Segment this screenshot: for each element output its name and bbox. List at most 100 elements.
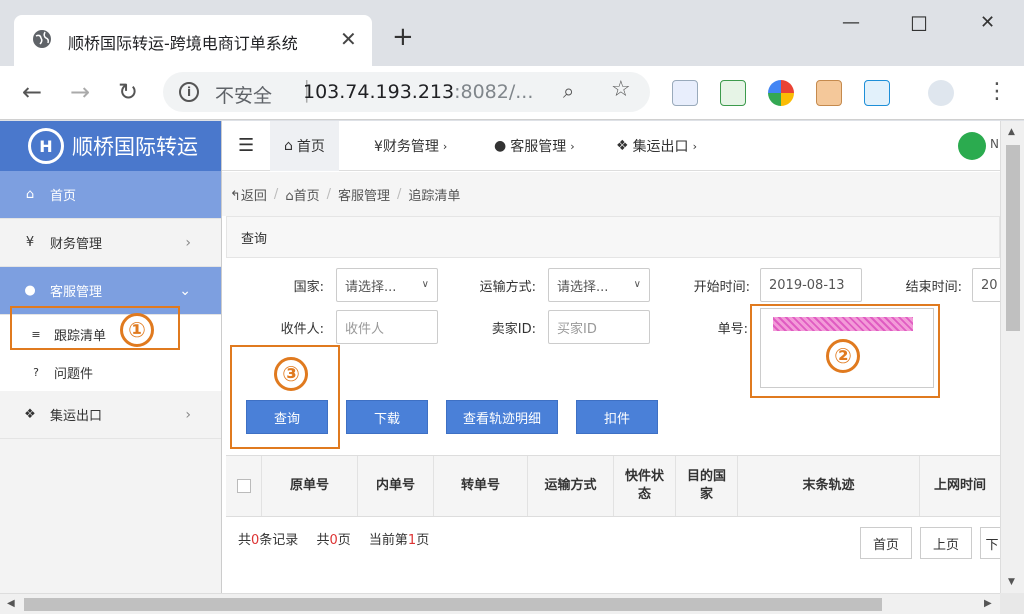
- tab-customer-service[interactable]: ● 客服管理 ›: [480, 121, 589, 171]
- chevron-right-icon: ›: [185, 406, 191, 423]
- breadcrumb-home[interactable]: ⌂首页: [285, 185, 319, 204]
- tab-label: ¥财务管理: [374, 139, 439, 155]
- sidebar-item-label: 财务管理: [50, 237, 103, 252]
- maximize-button[interactable]: ☐: [910, 12, 928, 36]
- minimize-button[interactable]: —: [842, 12, 860, 33]
- sidebar-item-home[interactable]: ⌂ 首页: [0, 171, 221, 219]
- extension-mail-icon[interactable]: [720, 80, 746, 106]
- end-time-label: 结束时间:: [905, 280, 962, 295]
- url-text[interactable]: 103.74.193.213:8082/...: [303, 81, 533, 103]
- select-all-checkbox[interactable]: [236, 479, 251, 493]
- scroll-down-arrow-icon[interactable]: ▼: [1008, 577, 1015, 587]
- extension-color-icon[interactable]: [768, 80, 794, 106]
- brand-name: 顺桥国际转运: [72, 135, 198, 159]
- country-label: 国家:: [293, 280, 324, 295]
- extension-notes-icon[interactable]: [672, 80, 698, 106]
- column-header[interactable]: 原单号: [262, 456, 358, 516]
- cubes-icon: ❖: [616, 138, 629, 154]
- extension-face-icon[interactable]: [816, 80, 842, 106]
- tab-finance[interactable]: ¥财务管理 ›: [360, 121, 461, 171]
- sidebar-item-consolidation-export[interactable]: ❖ 集运出口 ›: [0, 391, 221, 439]
- table-header: 原单号 内单号 转单号 运输方式 快件状态 目的国家 末条轨迹 上网时间: [226, 455, 1000, 517]
- sidebar-item-finance[interactable]: ¥ 财务管理 ›: [0, 219, 221, 267]
- select-all-cell: [226, 456, 262, 516]
- hold-button[interactable]: 扣件: [576, 400, 658, 434]
- seller-id-label: 卖家ID:: [491, 322, 536, 337]
- top-navigation: ☰ ⌂ 首页 ¥财务管理 › ● 客服管理 › ❖ 集运出口 › N: [222, 121, 1000, 171]
- first-page-button[interactable]: 首页: [860, 527, 912, 559]
- column-header[interactable]: 末条轨迹: [738, 456, 920, 516]
- close-window-button[interactable]: ✕: [980, 12, 995, 33]
- total-pages: 0: [329, 533, 338, 548]
- download-button[interactable]: 下载: [346, 400, 428, 434]
- url-path: :8082/...: [454, 81, 534, 103]
- breadcrumb-section[interactable]: 客服管理: [338, 185, 390, 204]
- chevron-down-icon: ∨: [633, 279, 641, 290]
- bookmark-star-icon[interactable]: ☆: [611, 77, 631, 102]
- browser-menu-icon[interactable]: ⋮: [986, 78, 1008, 106]
- column-header[interactable]: 快件状态: [614, 456, 676, 516]
- scroll-corner: [1000, 593, 1024, 614]
- column-header[interactable]: 内单号: [358, 456, 434, 516]
- horizontal-scroll-thumb[interactable]: [24, 598, 882, 611]
- vertical-scrollbar[interactable]: ▲ ▼: [1000, 121, 1024, 593]
- browser-tab[interactable]: 顺桥国际转运-跨境电商订单系统 ✕: [14, 15, 372, 66]
- sidebar-item-label: 问题件: [54, 366, 94, 382]
- sidebar-subitem-problem-items[interactable]: ? 问题件: [0, 353, 221, 391]
- new-tab-button[interactable]: +: [392, 24, 414, 50]
- horizontal-scrollbar[interactable]: ◀ ▶: [0, 593, 1000, 614]
- sidebar-item-label: 首页: [50, 189, 77, 204]
- start-time-label: 开始时间:: [693, 280, 750, 295]
- tab-home[interactable]: ⌂ 首页: [270, 121, 339, 171]
- zoom-icon[interactable]: ⌕: [563, 79, 574, 103]
- sidebar: H 顺桥国际转运 ⌂ 首页 ¥ 财务管理 › ● 客服管理 ⌄ ≡ 跟踪清单 ?…: [0, 121, 222, 593]
- breadcrumb-current: 追踪清单: [408, 188, 461, 204]
- forward-arrow-icon[interactable]: →: [70, 78, 90, 106]
- question-icon: ?: [33, 365, 39, 379]
- user-avatar-icon[interactable]: [958, 132, 986, 160]
- tab-consolidation-export[interactable]: ❖ 集运出口 ›: [602, 121, 711, 171]
- seller-id-input[interactable]: 买家ID: [548, 310, 650, 344]
- annotation-number-2: ②: [826, 339, 860, 373]
- address-bar[interactable]: i 不安全 │ 103.74.193.213:8082/... ⌕ ☆: [163, 72, 650, 112]
- back-arrow-icon[interactable]: ←: [22, 78, 42, 106]
- cubes-icon: ❖: [24, 407, 36, 422]
- vertical-scroll-thumb[interactable]: [1006, 145, 1020, 331]
- info-icon[interactable]: i: [179, 82, 199, 102]
- receiver-input[interactable]: 收件人: [336, 310, 438, 344]
- home-icon: ⌂: [25, 187, 35, 202]
- browser-tab-bar: 顺桥国际转运-跨境电商订单系统 ✕ + — ☐ ✕: [0, 0, 1024, 66]
- tracking-number-label: 单号:: [717, 322, 748, 337]
- shipping-select[interactable]: 请选择... ∨: [548, 268, 650, 302]
- view-track-detail-button[interactable]: 查看轨迹明细: [446, 400, 558, 434]
- extension-share-icon[interactable]: [864, 80, 890, 106]
- user-initial[interactable]: N: [990, 137, 999, 151]
- chevron-right-icon: ›: [692, 139, 697, 153]
- start-time-input[interactable]: 2019-08-13: [760, 268, 862, 302]
- sidebar-item-label: 集运出口: [50, 409, 103, 424]
- yen-icon: ¥: [25, 235, 35, 250]
- url-host: 103.74.193.213: [303, 81, 455, 103]
- brand-header[interactable]: H 顺桥国际转运: [0, 121, 221, 171]
- scroll-up-arrow-icon[interactable]: ▲: [1008, 127, 1015, 137]
- profile-avatar-icon[interactable]: [928, 80, 954, 106]
- chevron-right-icon: ›: [185, 234, 191, 251]
- column-header[interactable]: 转单号: [434, 456, 528, 516]
- scroll-left-arrow-icon[interactable]: ◀: [7, 598, 15, 609]
- country-select[interactable]: 请选择... ∨: [336, 268, 438, 302]
- scroll-right-arrow-icon[interactable]: ▶: [984, 598, 992, 609]
- brand-logo-icon: H: [28, 128, 64, 164]
- reload-icon[interactable]: ↻: [118, 78, 138, 106]
- column-header[interactable]: 上网时间: [920, 456, 1000, 516]
- column-header[interactable]: 运输方式: [528, 456, 614, 516]
- prev-page-button[interactable]: 上页: [920, 527, 972, 559]
- chevron-down-icon: ⌄: [179, 282, 191, 299]
- back-link[interactable]: ↰返回: [230, 185, 267, 204]
- column-header[interactable]: 目的国家: [676, 456, 738, 516]
- tab-close-icon[interactable]: ✕: [340, 27, 357, 51]
- tab-label: 集运出口: [632, 139, 689, 155]
- shipping-label: 运输方式:: [479, 280, 536, 295]
- annotation-number-3: ③: [274, 357, 308, 391]
- tab-label: 首页: [296, 139, 325, 155]
- hamburger-menu-icon[interactable]: ☰: [238, 135, 254, 156]
